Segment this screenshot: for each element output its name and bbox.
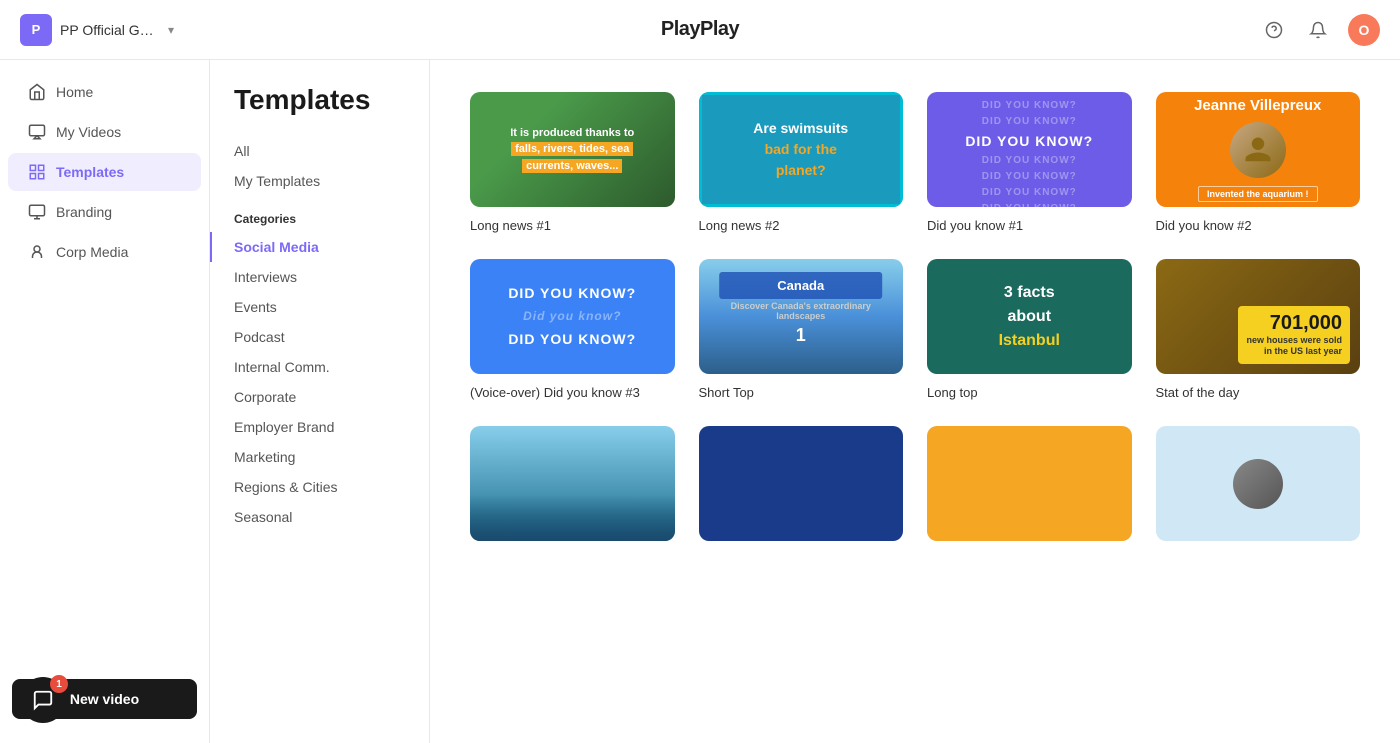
sidebar-corpmedia-label: Corp Media xyxy=(56,244,128,260)
template-label-did-you-know-1: Did you know #1 xyxy=(927,218,1023,233)
sidebar-branding-label: Branding xyxy=(56,204,112,220)
template-label-short-top: Short Top xyxy=(699,385,754,400)
template-card-partial-2[interactable] xyxy=(699,426,904,551)
topbar: P PP Official Gui... ▾ PlayPlay O xyxy=(0,0,1400,60)
sidebar-myvideos-label: My Videos xyxy=(56,124,121,140)
org-name: PP Official Gui... xyxy=(60,22,160,38)
category-podcast[interactable]: Podcast xyxy=(210,322,429,352)
category-seasonal[interactable]: Seasonal xyxy=(210,502,429,532)
template-thumb-stat-of-day: 701,000 new houses were soldin the US la… xyxy=(1156,259,1361,374)
sidebar-item-branding[interactable]: Branding xyxy=(8,193,201,231)
sidebar-item-corpmedia[interactable]: Corp Media xyxy=(8,233,201,271)
category-regions-cities[interactable]: Regions & Cities xyxy=(210,472,429,502)
sidebar-item-home[interactable]: Home xyxy=(8,73,201,111)
chat-icon xyxy=(32,689,54,711)
template-label-long-news-2: Long news #2 xyxy=(699,218,780,233)
content-area: It is produced thanks to falls, rivers, … xyxy=(430,60,1400,743)
sidebar-item-myvideos[interactable]: My Videos xyxy=(8,113,201,151)
sub-sidebar-title: Templates xyxy=(210,84,429,136)
template-card-did-you-know-3-vo[interactable]: DID YOU KNOW? Did you know? DID YOU KNOW… xyxy=(470,259,675,402)
template-thumb-long-news-1: It is produced thanks to falls, rivers, … xyxy=(470,92,675,207)
help-icon[interactable] xyxy=(1260,16,1288,44)
filter-my-templates[interactable]: My Templates xyxy=(210,166,429,196)
sidebar-home-label: Home xyxy=(56,84,93,100)
template-card-did-you-know-1[interactable]: DID YOU KNOW? DID YOU KNOW? DID YOU KNOW… xyxy=(927,92,1132,235)
template-label-long-news-1: Long news #1 xyxy=(470,218,551,233)
templates-icon xyxy=(28,163,46,181)
template-label-did-you-know-3-vo: (Voice-over) Did you know #3 xyxy=(470,385,640,400)
template-thumb-short-top: Canada Discover Canada's extraordinary l… xyxy=(699,259,904,374)
template-card-partial-3[interactable] xyxy=(927,426,1132,551)
template-thumb-partial-1 xyxy=(470,426,675,541)
template-thumb-did-you-know-2: Jeanne Villepreux Invented the aquarium … xyxy=(1156,92,1361,207)
template-thumb-long-top: 3 factsaboutIstanbul xyxy=(927,259,1132,374)
template-card-stat-of-day[interactable]: 701,000 new houses were soldin the US la… xyxy=(1156,259,1361,402)
templates-grid: It is produced thanks to falls, rivers, … xyxy=(470,92,1360,551)
app-logo: PlayPlay xyxy=(661,18,739,41)
template-card-long-news-2[interactable]: Are swimsuits bad for the planet? Long n… xyxy=(699,92,904,235)
filter-all[interactable]: All xyxy=(210,136,429,166)
notifications-icon[interactable] xyxy=(1304,16,1332,44)
chat-badge: 1 xyxy=(50,675,68,693)
template-thumb-did-you-know-3: DID YOU KNOW? Did you know? DID YOU KNOW… xyxy=(470,259,675,374)
video-icon xyxy=(28,123,46,141)
categories-label: Categories xyxy=(210,196,429,232)
template-thumb-partial-4 xyxy=(1156,426,1361,541)
template-label-did-you-know-2: Did you know #2 xyxy=(1156,218,1252,233)
home-icon xyxy=(28,83,46,101)
org-avatar: P xyxy=(20,14,52,46)
category-social-media[interactable]: Social Media xyxy=(210,232,429,262)
category-events[interactable]: Events xyxy=(210,292,429,322)
category-interviews[interactable]: Interviews xyxy=(210,262,429,292)
sidebar-templates-label: Templates xyxy=(56,164,124,180)
template-card-long-top[interactable]: 3 factsaboutIstanbul Long top xyxy=(927,259,1132,402)
template-thumb-partial-2 xyxy=(699,426,904,541)
template-thumb-long-news-2: Are swimsuits bad for the planet? xyxy=(699,92,904,207)
topbar-actions: O xyxy=(1260,14,1380,46)
template-thumb-partial-3 xyxy=(927,426,1132,541)
sidebar: Home My Videos Templates Branding Corp M… xyxy=(0,60,210,743)
branding-icon xyxy=(28,203,46,221)
template-label-stat-of-day: Stat of the day xyxy=(1156,385,1240,400)
chevron-down-icon: ▾ xyxy=(168,23,174,37)
template-card-partial-1[interactable] xyxy=(470,426,675,551)
sidebar-item-templates[interactable]: Templates xyxy=(8,153,201,191)
template-thumb-did-you-know-1: DID YOU KNOW? DID YOU KNOW? DID YOU KNOW… xyxy=(927,92,1132,207)
user-avatar[interactable]: O xyxy=(1348,14,1380,46)
org-switcher[interactable]: P PP Official Gui... ▾ xyxy=(20,14,174,46)
template-card-long-news-1[interactable]: It is produced thanks to falls, rivers, … xyxy=(470,92,675,235)
template-card-did-you-know-2[interactable]: Jeanne Villepreux Invented the aquarium … xyxy=(1156,92,1361,235)
template-card-partial-4[interactable] xyxy=(1156,426,1361,551)
category-employer-brand[interactable]: Employer Brand xyxy=(210,412,429,442)
corp-media-icon xyxy=(28,243,46,261)
main-layout: Home My Videos Templates Branding Corp M… xyxy=(0,60,1400,743)
category-corporate[interactable]: Corporate xyxy=(210,382,429,412)
category-internal-comm[interactable]: Internal Comm. xyxy=(210,352,429,382)
chat-bubble[interactable]: 1 xyxy=(20,677,66,723)
category-marketing[interactable]: Marketing xyxy=(210,442,429,472)
template-label-long-top: Long top xyxy=(927,385,978,400)
template-card-short-top[interactable]: Canada Discover Canada's extraordinary l… xyxy=(699,259,904,402)
sub-sidebar: Templates All My Templates Categories So… xyxy=(210,60,430,743)
